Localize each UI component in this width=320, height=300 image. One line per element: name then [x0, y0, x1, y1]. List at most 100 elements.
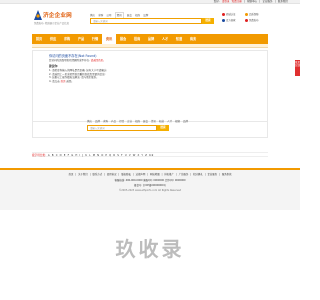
footer-link[interactable]: 版权隐私: [121, 173, 131, 176]
alphabet-letter[interactable]: L: [89, 154, 90, 157]
alphabet-letter[interactable]: B: [52, 154, 54, 157]
main-nav: 首页 供应 求购 产品 行情 资讯 展会 招商 品牌 人才 知道 商务: [32, 34, 268, 44]
footer-separator: |: [219, 173, 220, 176]
nav-item-home[interactable]: 首页: [32, 34, 46, 44]
nav-item-market[interactable]: 行情: [88, 34, 102, 44]
watermark: 玖收录: [115, 237, 185, 261]
alphabet-letter[interactable]: U: [125, 154, 127, 157]
alphabet-letter[interactable]: H: [75, 154, 77, 157]
alphabet-letter[interactable]: A: [48, 154, 50, 157]
nav-item-brand[interactable]: 品牌: [144, 34, 158, 44]
logo[interactable]: 济企企业网 免费发布, 精准展示企业产品信息: [32, 8, 74, 30]
alphabet-letter[interactable]: M: [93, 154, 95, 157]
home-return-link[interactable]: 请返回首页。: [91, 59, 106, 62]
bottom-tab[interactable]: 资讯: [151, 120, 156, 123]
nav-item-talent[interactable]: 人才: [158, 34, 172, 44]
nav-item-business[interactable]: 商务: [186, 34, 200, 44]
bottom-tab[interactable]: 产品: [111, 120, 116, 123]
alphabet-letter[interactable]: K: [85, 154, 87, 157]
bottom-tab[interactable]: 招商: [135, 120, 140, 123]
top-links: 您好, 请登录 免费注册 | 帮助中心 | 企业服务 | 联系我们: [212, 0, 288, 4]
bottom-search-input[interactable]: 请输入关键词: [87, 125, 157, 131]
badge-item: 品质保障: [245, 13, 259, 17]
alphabet-letter[interactable]: F: [68, 154, 70, 157]
header: 济企企业网 免费发布, 精准展示企业产品信息 供应 求购 公司 资讯 展会 招商…: [32, 8, 268, 32]
footer-link[interactable]: 企业服务: [208, 173, 218, 176]
service-link[interactable]: 企业服务: [263, 0, 273, 3]
footer: 首页 | 关于我们 | 联系方式 | 使用协议 | 版权隐私 | 法律声明 | 网站地图 | 排名推广 | 广告…: [0, 168, 300, 210]
alphabet-letter[interactable]: Z: [145, 154, 147, 157]
help-link[interactable]: 帮助中心: [247, 0, 257, 3]
nav-item-buy[interactable]: 求购: [60, 34, 74, 44]
search-input[interactable]: 请输入关键词: [90, 18, 202, 24]
error-panel: 你访问的页面不存在(Not Found) 您访问的页面可能已经删除或不存在, 请…: [32, 50, 268, 122]
alphabet-letter[interactable]: O: [101, 154, 103, 157]
alphabet-letter[interactable]: C: [56, 154, 58, 157]
feedback-tab[interactable]: 意见反馈: [295, 60, 300, 76]
bottom-tab[interactable]: 供应: [87, 120, 92, 123]
alphabet-letter[interactable]: E: [64, 154, 66, 157]
home-link[interactable]: 首页: [60, 80, 65, 83]
sub-nav-strip: [32, 44, 268, 48]
footer-link[interactable]: 法律声明: [136, 173, 146, 176]
separator: |: [274, 0, 276, 3]
badge-icon: [245, 19, 248, 22]
footer-link[interactable]: 首页: [69, 173, 74, 176]
alphabet-letter[interactable]: Y: [141, 154, 143, 157]
alphabet-letter[interactable]: 0-9: [149, 154, 153, 157]
error-message: 您访问的页面可能已经删除或不存在, 请返回首页。: [49, 59, 106, 62]
alphabet-letter[interactable]: Q: [109, 154, 111, 157]
footer-link[interactable]: 使用协议: [107, 173, 117, 176]
contact-link[interactable]: 联系我们: [278, 0, 288, 3]
alphabet-letter[interactable]: X: [137, 154, 139, 157]
separator: |: [259, 0, 261, 3]
footer-links: 首页 | 关于我们 | 联系方式 | 使用协议 | 版权隐私 | 法律声明 | 网站地图 | 排名推广 | 广告…: [0, 173, 300, 177]
register-link[interactable]: 免费注册: [232, 0, 242, 3]
bottom-tab[interactable]: 视频: [175, 120, 180, 123]
nav-item-expo[interactable]: 展会: [116, 34, 130, 44]
badge-icon: [222, 13, 225, 16]
suggestion-item: 4. 请点击 首页 返回。: [49, 79, 74, 83]
search-placeholder: 请输入关键词: [93, 20, 108, 23]
footer-beian[interactable]: 备案号: 京ICP备00000000号: [0, 184, 300, 188]
bottom-tab[interactable]: 行情: [119, 120, 124, 123]
footer-separator: |: [147, 173, 149, 176]
footer-link[interactable]: 服务条款: [222, 173, 232, 176]
alphabet-letter[interactable]: D: [60, 154, 62, 157]
bottom-tab[interactable]: 品牌: [95, 120, 100, 123]
footer-separator: |: [132, 173, 134, 176]
footer-link[interactable]: 广告服务: [179, 173, 189, 176]
login-link[interactable]: 请登录: [222, 0, 230, 3]
bottom-tab[interactable]: 求购: [103, 120, 108, 123]
greeting: 您好,: [213, 0, 220, 3]
bottom-tab[interactable]: 企业: [127, 120, 132, 123]
alphabet-letter[interactable]: I: [79, 154, 80, 157]
alphabet-letter[interactable]: W: [133, 154, 136, 157]
alphabet-letter[interactable]: R: [113, 154, 115, 157]
bottom-tab[interactable]: 知道: [159, 120, 164, 123]
bottom-tab[interactable]: 展会: [143, 120, 148, 123]
footer-link[interactable]: 积分换礼: [193, 173, 203, 176]
alphabet-letter[interactable]: V: [129, 154, 131, 157]
nav-item-invest[interactable]: 招商: [130, 34, 144, 44]
nav-item-supply[interactable]: 供应: [46, 34, 60, 44]
nav-item-products[interactable]: 产品: [74, 34, 88, 44]
footer-link[interactable]: 网站地图: [150, 173, 160, 176]
nav-item-know[interactable]: 知道: [172, 34, 186, 44]
nav-item-news[interactable]: 资讯: [102, 34, 116, 44]
footer-link[interactable]: 排名推广: [164, 173, 174, 176]
footer-separator: |: [89, 173, 91, 176]
alphabet-letter[interactable]: N: [97, 154, 99, 157]
alphabet-letter[interactable]: J: [82, 154, 83, 157]
footer-link[interactable]: 联系方式: [93, 173, 103, 176]
bottom-tab[interactable]: 品牌: [183, 120, 188, 123]
badge-item: 百万商家: [222, 19, 236, 23]
alphabet-letter[interactable]: G: [71, 154, 73, 157]
bottom-tab[interactable]: 人才: [167, 120, 172, 123]
bottom-search-button[interactable]: 搜索: [157, 125, 169, 131]
alphabet-letter[interactable]: P: [105, 154, 107, 157]
footer-link[interactable]: 关于我们: [78, 173, 88, 176]
alphabet-letter[interactable]: T: [121, 154, 123, 157]
alphabet-letter[interactable]: S: [117, 154, 119, 157]
search-button[interactable]: 搜索: [202, 18, 214, 24]
